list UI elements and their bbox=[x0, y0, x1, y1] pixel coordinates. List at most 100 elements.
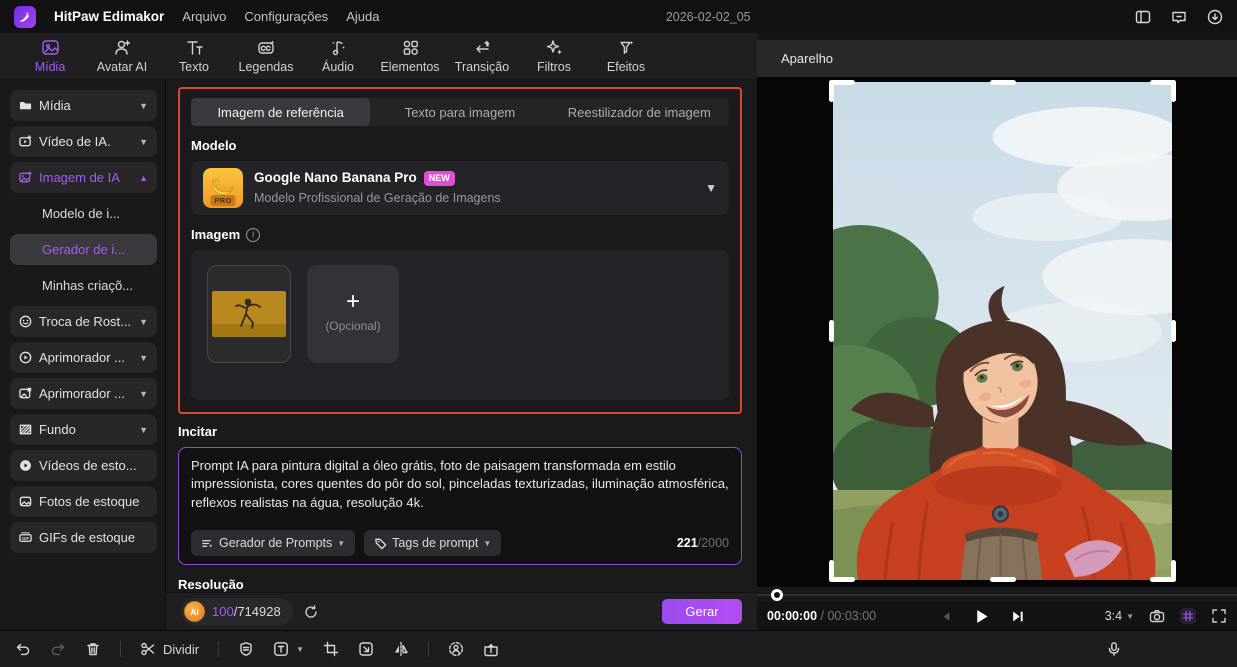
previous-frame-icon[interactable] bbox=[940, 610, 953, 623]
scale-icon[interactable] bbox=[358, 641, 374, 657]
prompt-input[interactable]: Prompt IA para pintura digital a óleo gr… bbox=[178, 447, 742, 565]
ribbon-tab-bar: Mídia Avatar AI Texto Legendas Áudio Ele… bbox=[0, 33, 757, 80]
generator-mode-tabs: Imagem de referência Texto para imagem R… bbox=[191, 98, 729, 126]
crop-icon[interactable] bbox=[323, 641, 339, 657]
flip-horizontal-icon[interactable] bbox=[393, 641, 409, 657]
crop-handle-right-middle[interactable] bbox=[1171, 320, 1176, 342]
export-frame-icon[interactable] bbox=[483, 641, 499, 657]
crop-handle-bottom-right-h[interactable] bbox=[1150, 577, 1176, 582]
sidebar-item-midia[interactable]: Mídia▼ bbox=[10, 90, 157, 121]
sidebar-label: Fundo bbox=[39, 422, 76, 437]
info-icon[interactable]: i bbox=[246, 228, 260, 242]
generate-button[interactable]: Gerar bbox=[662, 599, 742, 624]
sidebar-label: GIFs de estoque bbox=[39, 530, 135, 545]
tab-elementos[interactable]: Elementos bbox=[374, 38, 446, 74]
resolution-section-label: Resolução bbox=[178, 577, 742, 592]
tab-efeitos[interactable]: Efeitos bbox=[590, 38, 662, 74]
menu-ajuda[interactable]: Ajuda bbox=[346, 9, 379, 24]
credits-count: 100/714928 bbox=[212, 604, 281, 619]
model-section-label: Modelo bbox=[191, 138, 729, 153]
crop-handle-bottom-center[interactable] bbox=[990, 577, 1016, 582]
prompt-text[interactable]: Prompt IA para pintura digital a óleo gr… bbox=[191, 457, 729, 512]
grid-overlay-icon[interactable] bbox=[1180, 608, 1196, 624]
timecode: 00:00:00 / 00:03:00 bbox=[767, 609, 911, 623]
menu-arquivo[interactable]: Arquivo bbox=[182, 9, 226, 24]
tab-audio[interactable]: Áudio bbox=[302, 38, 374, 74]
elements-icon bbox=[401, 38, 420, 57]
crop-handle-top-right-v[interactable] bbox=[1171, 80, 1176, 102]
preview-canvas[interactable] bbox=[833, 82, 1172, 580]
tab-midia[interactable]: Mídia bbox=[14, 38, 86, 74]
app-title: HitPaw Edimakor bbox=[54, 9, 164, 24]
credits-pill[interactable]: AI 100/714928 bbox=[181, 598, 293, 625]
tab-avatar-ai[interactable]: Avatar AI bbox=[86, 38, 158, 74]
crop-handle-bottom-left-h[interactable] bbox=[829, 577, 855, 582]
sidebar-item-fundo[interactable]: Fundo▼ bbox=[10, 414, 157, 445]
sidebar-item-video-ia[interactable]: Vídeo de IA.▼ bbox=[10, 126, 157, 157]
sidebar-item-gerador-de-imagem[interactable]: Gerador de i... bbox=[10, 234, 157, 265]
fullscreen-icon[interactable] bbox=[1211, 608, 1227, 624]
sidebar-item-imagem-ia[interactable]: Imagem de IA▲ bbox=[10, 162, 157, 193]
model-selector[interactable]: PRO Google Nano Banana Pro NEW Modelo Pr… bbox=[191, 161, 729, 215]
sidebar-item-fotos-de-estoque[interactable]: Fotos de estoque bbox=[10, 486, 157, 517]
download-icon[interactable] bbox=[1207, 9, 1223, 25]
panel-action-bar: AI 100/714928 Gerar bbox=[166, 592, 757, 630]
scrubber-track[interactable] bbox=[757, 594, 1237, 596]
undo-icon[interactable] bbox=[15, 641, 31, 657]
video-enhancer-icon bbox=[19, 351, 32, 364]
add-optional-image-button[interactable]: + (Opcional) bbox=[307, 265, 399, 363]
tab-texto-para-imagem[interactable]: Texto para imagem bbox=[370, 98, 549, 126]
mask-shield-icon[interactable] bbox=[238, 641, 254, 657]
tab-imagem-de-referencia[interactable]: Imagem de referência bbox=[191, 98, 370, 126]
avatar-sticker-icon[interactable] bbox=[448, 641, 464, 657]
prompt-generator-button[interactable]: Gerador de Prompts ▼ bbox=[191, 530, 355, 556]
tab-legendas[interactable]: Legendas bbox=[230, 38, 302, 74]
stock-photo-icon bbox=[19, 495, 32, 508]
menu-configuracoes[interactable]: Configurações bbox=[244, 9, 328, 24]
tab-label: Elementos bbox=[380, 60, 439, 74]
crop-handle-top-center[interactable] bbox=[990, 80, 1016, 85]
split-label: Dividir bbox=[163, 642, 199, 657]
feedback-icon[interactable] bbox=[1171, 9, 1187, 25]
tab-filtros[interactable]: Filtros bbox=[518, 38, 590, 74]
delete-icon[interactable] bbox=[85, 641, 101, 657]
sidebar-label: Modelo de i... bbox=[42, 206, 120, 221]
crop-handle-top-left-v[interactable] bbox=[829, 80, 834, 102]
tab-transicao[interactable]: Transição bbox=[446, 38, 518, 74]
split-button[interactable]: Dividir bbox=[140, 641, 199, 657]
aspect-ratio-selector[interactable]: 3:4 ▼ bbox=[1105, 609, 1134, 623]
sidebar-item-gifs-de-estoque[interactable]: GIF GIFs de estoque bbox=[10, 522, 157, 553]
tab-texto[interactable]: Texto bbox=[158, 38, 230, 74]
generated-artwork bbox=[833, 82, 1172, 580]
sidebar-item-aprimorador-video[interactable]: Aprimorador ...▼ bbox=[10, 342, 157, 373]
sidebar-item-minhas-criacoes[interactable]: Minhas criaçõ... bbox=[10, 270, 157, 301]
sidebar-item-aprimorador-imagem[interactable]: Aprimorador ...▼ bbox=[10, 378, 157, 409]
text-style-button[interactable]: ▼ bbox=[273, 641, 304, 657]
reference-image-thumbnail[interactable] bbox=[207, 265, 291, 363]
microphone-icon[interactable] bbox=[1106, 641, 1122, 657]
redo-icon[interactable] bbox=[50, 641, 66, 657]
preview-title: Aparelho bbox=[781, 51, 833, 66]
sidebar-item-modelo-de-imagem[interactable]: Modelo de i... bbox=[10, 198, 157, 229]
crop-handle-left-middle[interactable] bbox=[829, 320, 834, 342]
audio-icon bbox=[329, 38, 348, 57]
playback-controls-bar: 00:00:00 / 00:03:00 3:4 ▼ bbox=[757, 602, 1237, 630]
snapshot-camera-icon[interactable] bbox=[1149, 608, 1165, 624]
sidebar-item-videos-de-estoque[interactable]: Vídeos de esto... bbox=[10, 450, 157, 481]
sidebar-label: Aprimorador ... bbox=[39, 386, 125, 401]
layout-panels-icon[interactable] bbox=[1135, 9, 1151, 25]
image-section-label: Imagem bbox=[191, 227, 240, 242]
play-icon[interactable] bbox=[973, 608, 990, 625]
title-bar: HitPaw Edimakor Arquivo Configurações Aj… bbox=[0, 0, 1237, 33]
scrubber-playhead[interactable] bbox=[771, 589, 783, 601]
sidebar-item-troca-de-rosto[interactable]: Troca de Rost...▼ bbox=[10, 306, 157, 337]
model-name: Google Nano Banana Pro bbox=[254, 169, 417, 187]
timeline-scrubber[interactable] bbox=[757, 587, 1237, 602]
next-frame-icon[interactable] bbox=[1010, 609, 1025, 624]
generator-panel: Imagem de referência Texto para imagem R… bbox=[166, 80, 757, 630]
refresh-credits-icon[interactable] bbox=[303, 604, 319, 620]
reference-image-area: + (Opcional) bbox=[191, 250, 729, 400]
tab-reestilizador-de-imagem[interactable]: Reestilizador de imagem bbox=[550, 98, 729, 126]
prompt-tags-button[interactable]: Tags de prompt ▼ bbox=[364, 530, 501, 556]
model-chevron-down-icon[interactable]: ▼ bbox=[705, 181, 717, 195]
